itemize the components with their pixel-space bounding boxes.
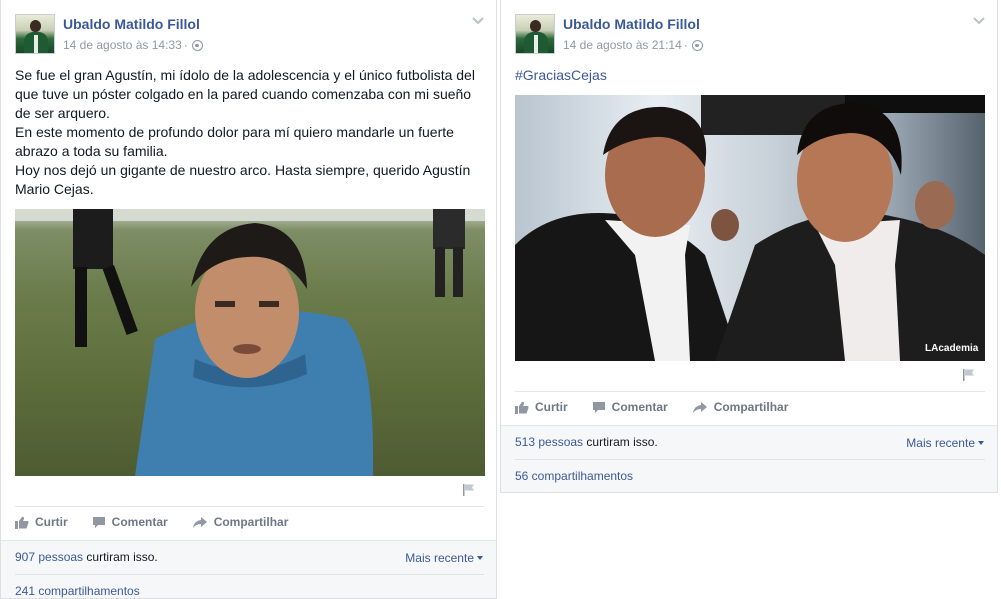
- post-text: #GraciasCejas: [515, 66, 989, 85]
- thumbs-up-icon: [515, 401, 529, 414]
- action-bar: Curtir Comentar Compartilhar: [15, 515, 312, 529]
- post-paragraph: Se fue el gran Agustín, mi ídolo de la a…: [15, 67, 475, 121]
- flag-icon[interactable]: [962, 368, 976, 382]
- comment-bubble-icon: [92, 516, 105, 528]
- comment-button[interactable]: Comentar: [92, 515, 168, 529]
- feedback-panel: 907 pessoas curtiram isso. Mais recente …: [1, 540, 496, 598]
- facebook-post: Ubaldo Matildo Fillol 14 de agosto às 14…: [0, 0, 497, 599]
- post-paragraph: Hoy nos dejó un gigante de nuestro arco.…: [15, 162, 471, 197]
- post-timestamp[interactable]: 14 de agosto às 14:33: [63, 38, 182, 52]
- post-meta: 14 de agosto às 21:14 ·: [563, 38, 703, 52]
- share-label: Compartilhar: [713, 400, 789, 414]
- divider: [515, 459, 985, 460]
- photo-watermark: LAcademia: [925, 343, 979, 354]
- sort-comments-dropdown[interactable]: Mais recente: [405, 551, 483, 565]
- facebook-post: Ubaldo Matildo Fillol 14 de agosto às 21…: [500, 0, 998, 493]
- comment-label: Comentar: [611, 400, 668, 414]
- share-button[interactable]: Compartilhar: [692, 400, 789, 414]
- like-button[interactable]: Curtir: [15, 515, 68, 529]
- author-name[interactable]: Ubaldo Matildo Fillol: [63, 16, 200, 32]
- hashtag-link[interactable]: #GraciasCejas: [515, 67, 607, 83]
- shares-count-link[interactable]: 241 compartilhamentos: [15, 584, 140, 598]
- thumbs-up-icon: [15, 516, 29, 529]
- post-text: Se fue el gran Agustín, mi ídolo de la a…: [15, 66, 489, 199]
- avatar[interactable]: [15, 14, 55, 54]
- post-header: Ubaldo Matildo Fillol 14 de agosto às 14…: [15, 14, 475, 56]
- caret-down-icon: [477, 556, 483, 560]
- like-label: Curtir: [35, 515, 68, 529]
- likes-summary: 513 pessoas curtiram isso.: [515, 435, 658, 449]
- post-header: Ubaldo Matildo Fillol 14 de agosto às 21…: [515, 14, 975, 56]
- comment-bubble-icon: [592, 401, 605, 413]
- author-name[interactable]: Ubaldo Matildo Fillol: [563, 16, 700, 32]
- flag-icon[interactable]: [462, 483, 476, 497]
- likes-count-link[interactable]: 907 pessoas: [15, 550, 83, 564]
- likes-suffix: curtiram isso.: [583, 435, 658, 449]
- post-photo[interactable]: [15, 209, 485, 476]
- share-label: Compartilhar: [213, 515, 289, 529]
- sort-comments-dropdown[interactable]: Mais recente: [906, 436, 984, 450]
- post-meta: 14 de agosto às 14:33 ·: [63, 38, 203, 52]
- chevron-down-icon[interactable]: [471, 16, 485, 26]
- likes-suffix: curtiram isso.: [83, 550, 158, 564]
- share-arrow-icon: [192, 516, 207, 528]
- like-button[interactable]: Curtir: [515, 400, 568, 414]
- globe-icon[interactable]: [191, 39, 203, 51]
- divider: [515, 391, 985, 392]
- divider: [15, 506, 484, 507]
- caret-down-icon: [978, 441, 984, 445]
- chevron-down-icon[interactable]: [972, 16, 986, 26]
- comment-button[interactable]: Comentar: [592, 400, 668, 414]
- post-paragraph: En este momento de profundo dolor para m…: [15, 124, 454, 159]
- likes-count-link[interactable]: 513 pessoas: [515, 435, 583, 449]
- action-bar: Curtir Comentar Compartilhar: [515, 400, 812, 414]
- sort-label: Mais recente: [906, 436, 975, 450]
- globe-icon[interactable]: [691, 39, 703, 51]
- share-button[interactable]: Compartilhar: [192, 515, 289, 529]
- share-arrow-icon: [692, 401, 707, 413]
- avatar[interactable]: [515, 14, 555, 54]
- post-timestamp[interactable]: 14 de agosto às 21:14: [563, 38, 682, 52]
- shares-count-link[interactable]: 56 compartilhamentos: [515, 469, 633, 483]
- comment-label: Comentar: [111, 515, 168, 529]
- likes-summary: 907 pessoas curtiram isso.: [15, 550, 158, 564]
- like-label: Curtir: [535, 400, 568, 414]
- sort-label: Mais recente: [405, 551, 474, 565]
- post-photo[interactable]: LAcademia: [515, 95, 985, 361]
- feedback-panel: 513 pessoas curtiram isso. Mais recente …: [501, 425, 997, 492]
- divider: [15, 574, 484, 575]
